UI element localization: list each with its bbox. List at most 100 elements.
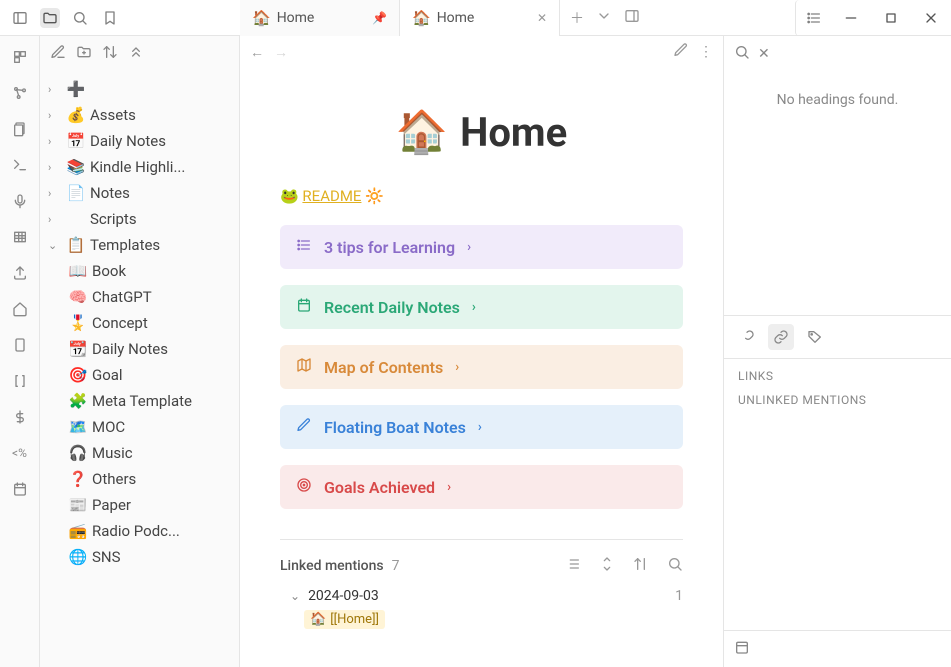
tree-file[interactable]: 📰Paper [40,492,239,518]
mention-date-count: 1 [675,588,683,604]
tree-folder[interactable]: ›📅Daily Notes [40,128,239,154]
file-label: Concept [92,314,148,332]
rail-files-icon[interactable] [9,118,31,140]
mention-ref-text: [[Home]] [330,612,379,627]
list-icon [296,237,316,257]
tree-folder[interactable]: ›💰Assets [40,102,239,128]
search-icon[interactable] [70,8,90,28]
tree-file[interactable]: 📆Daily Notes [40,336,239,362]
more-icon[interactable]: ⋮ [699,44,713,60]
callout[interactable]: Floating Boat Notes› [280,405,683,449]
rail-home-icon[interactable] [9,298,31,320]
tree-file[interactable]: 📻Radio Podc... [40,518,239,544]
folder-emoji: 📄 [66,184,86,202]
sort-icon[interactable] [102,44,118,64]
edit-mode-icon[interactable] [673,42,689,62]
target-icon [296,477,316,497]
linked-mentions-count: 7 [392,558,400,574]
panel-right-icon[interactable] [624,8,640,28]
callout[interactable]: 3 tips for Learning› [280,225,683,269]
file-emoji: 🎧 [68,444,88,462]
callout[interactable]: Goals Achieved› [280,465,683,509]
file-emoji: 🧩 [68,392,88,410]
tree-folder[interactable]: ⌄📋Templates [40,232,239,258]
tree-file[interactable]: 🌐SNS [40,544,239,570]
folder-label: Scripts [90,210,137,228]
rail-calendar-icon[interactable] [9,478,31,500]
tree-file[interactable]: 🧠ChatGPT [40,284,239,310]
bookmark-icon[interactable] [100,8,120,28]
sort-mentions-icon[interactable] [633,556,649,576]
rail-brackets-icon[interactable] [9,370,31,392]
close-button[interactable] [911,0,951,36]
collapse-icon[interactable] [128,44,144,64]
expand-collapse-icon[interactable] [599,556,615,576]
rail-mic-icon[interactable] [9,190,31,212]
callout[interactable]: Recent Daily Notes› [280,285,683,329]
links-section[interactable]: LINKS [738,369,937,383]
readme-link[interactable]: README [302,187,361,205]
rail-table-icon[interactable] [9,226,31,248]
close-icon[interactable]: ✕ [537,11,547,25]
nav-forward-icon[interactable]: → [274,44,288,61]
tree-file[interactable]: 🎧Music [40,440,239,466]
folder-icon[interactable] [40,8,60,28]
minimize-button[interactable] [831,0,871,36]
tab-home-active[interactable]: 🏠 Home ✕ [400,0,560,36]
search-mentions-icon[interactable] [667,556,683,576]
search-panel-icon[interactable] [734,44,750,64]
maximize-button[interactable] [871,0,911,36]
tree-file[interactable]: 🎯Goal [40,362,239,388]
pin-icon[interactable]: 📌 [372,11,387,25]
rail-upload-icon[interactable] [9,262,31,284]
unlinked-mentions-section[interactable]: UNLINKED MENTIONS [738,393,937,407]
calendar-panel-icon[interactable] [734,643,750,659]
rail-dollar-icon[interactable] [9,406,31,428]
rail-tablet-icon[interactable] [9,334,31,356]
tags-icon[interactable] [802,324,828,350]
rail-code-icon[interactable]: <% [9,442,31,464]
tree-file[interactable]: 🎖️Concept [40,310,239,336]
tree-folder[interactable]: ›Scripts [40,206,239,232]
file-label: Others [92,470,136,488]
callout-label: Goals Achieved [324,478,435,497]
tree-folder[interactable]: ›📚Kindle Highli... [40,154,239,180]
file-label: Paper [92,496,131,514]
chevron-right-icon: › [472,300,476,315]
new-note-icon[interactable] [50,44,66,64]
tree-file[interactable]: 🧩Meta Template [40,388,239,414]
callout[interactable]: Map of Contents› [280,345,683,389]
sidebar-toggle-icon[interactable] [10,8,30,28]
chevron-right-icon: › [478,420,482,435]
tree-file[interactable]: 📖Book [40,258,239,284]
new-folder-icon[interactable] [76,44,92,64]
folder-label: Daily Notes [90,132,166,150]
tree-file[interactable]: 🗺️MOC [40,414,239,440]
home-icon: 🏠 [412,9,431,27]
file-emoji: 🌐 [68,548,88,566]
linked-mention-group[interactable]: ⌄ 2024-09-03 1 [280,582,683,610]
file-label: Meta Template [92,392,192,410]
nav-back-icon[interactable]: ← [250,44,264,61]
file-emoji: 📰 [68,496,88,514]
chevron-icon: › [48,161,62,174]
file-label: MOC [92,418,125,436]
rail-terminal-icon[interactable] [9,154,31,176]
backlinks-icon[interactable] [768,324,794,350]
tree-folder[interactable]: ›➕ [40,76,239,102]
new-tab-button[interactable]: ＋ [570,8,584,28]
rail-quickswitch-icon[interactable] [9,46,31,68]
folder-label: Kindle Highli... [90,158,185,176]
tree-folder[interactable]: ›📄Notes [40,180,239,206]
tab-home-pinned[interactable]: 🏠 Home 📌 [240,0,400,36]
outline-toggle-icon[interactable] [795,0,831,36]
mention-reference[interactable]: 🏠 [[Home]] [304,610,385,629]
file-label: Daily Notes [92,340,168,358]
outgoing-links-icon[interactable] [734,324,760,350]
file-emoji: 📖 [68,262,88,280]
tab-dropdown-icon[interactable] [596,8,612,28]
tree-file[interactable]: ❓Others [40,466,239,492]
rail-graph-icon[interactable] [9,82,31,104]
close-panel-icon[interactable]: ✕ [758,46,770,62]
list-view-icon[interactable] [565,556,581,576]
